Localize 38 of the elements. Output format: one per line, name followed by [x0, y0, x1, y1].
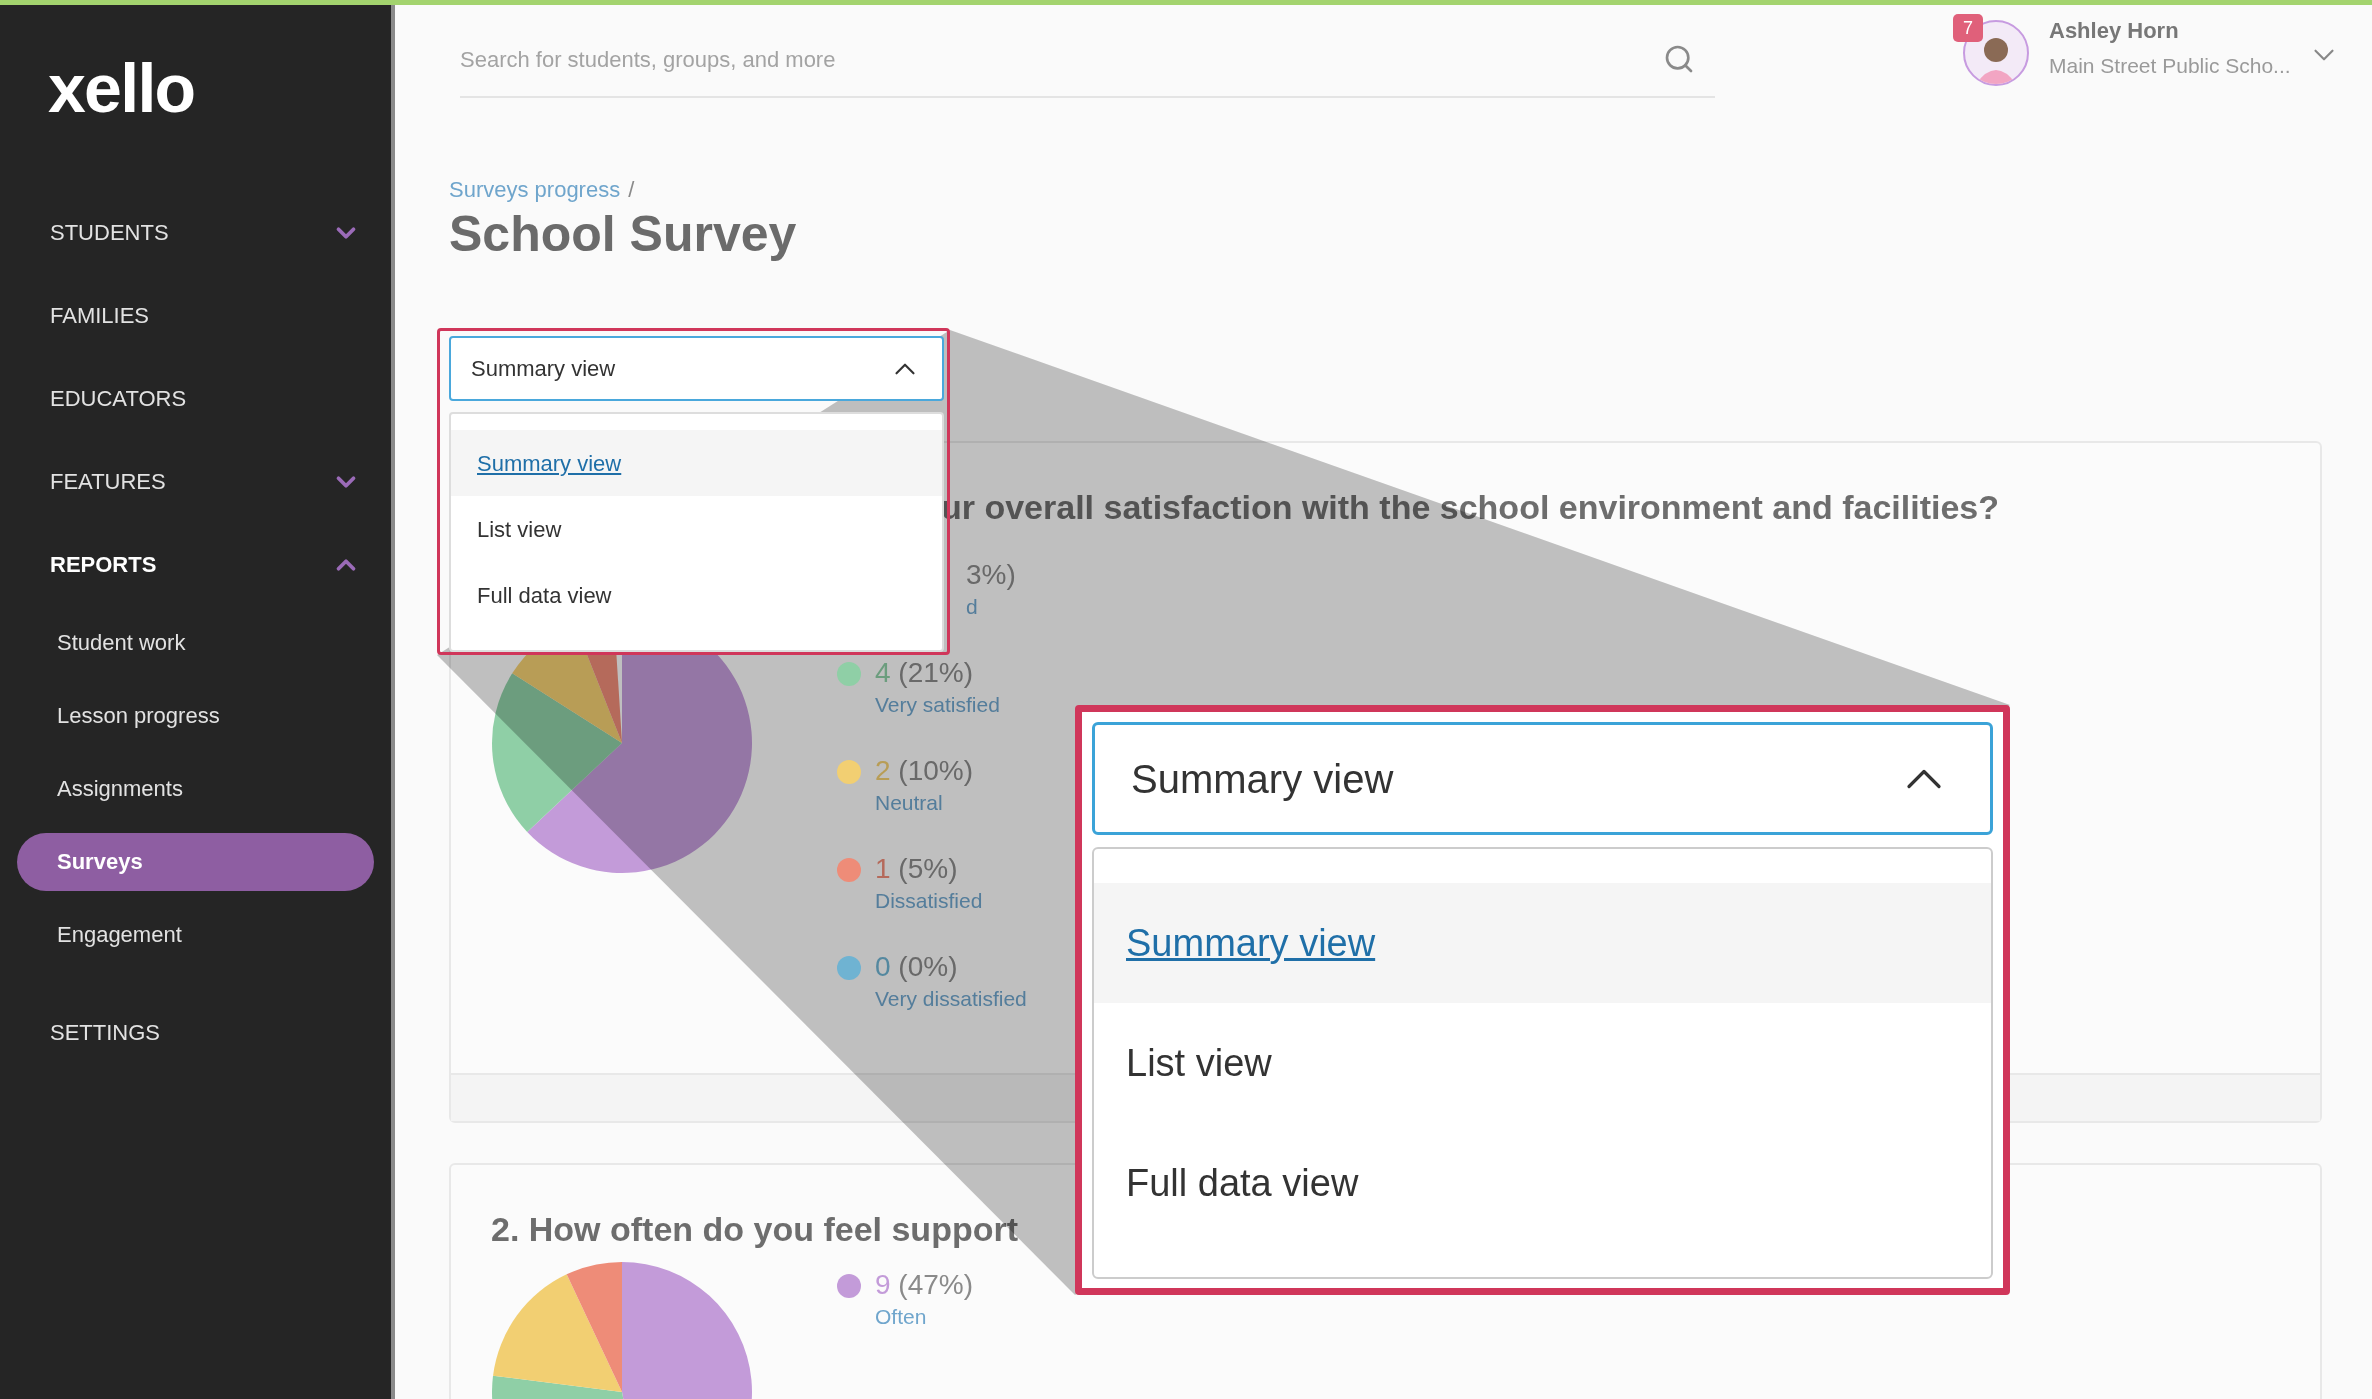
nav-subitem[interactable]: Engagement	[17, 905, 374, 964]
nav-item[interactable]: REPORTS	[50, 548, 157, 581]
legend-count: 3%)	[966, 558, 1016, 592]
legend-label: Very dissatisfied	[875, 986, 1027, 1012]
breadcrumb-separator: /	[628, 176, 635, 204]
nav-item[interactable]: SETTINGS	[50, 1016, 160, 1049]
nav-item[interactable]: EDUCATORS	[50, 382, 187, 415]
dropdown-option[interactable]: List view	[451, 496, 942, 562]
nav-item[interactable]: FEATURES	[50, 465, 166, 498]
question-title: 2. How often do you feel support	[491, 1209, 1019, 1249]
legend-count: 4 (21%)	[875, 656, 975, 690]
legend-count: 2 (10%)	[875, 754, 974, 788]
search-field[interactable]: Search for students, groups, and more	[460, 42, 1360, 76]
legend-label: d	[966, 594, 979, 620]
view-dropdown[interactable]: Summary view	[1092, 722, 1993, 835]
legend-label: Often	[875, 1304, 928, 1330]
legend-label: Dissatisfied	[875, 888, 983, 914]
legend-count: 0 (0%)	[875, 950, 959, 984]
dropdown-option[interactable]: Full data view	[1094, 1123, 1991, 1243]
logo[interactable]: xello	[48, 50, 195, 126]
legend-count: 1 (5%)	[875, 852, 959, 886]
dropdown-option[interactable]: Summary view	[1094, 883, 1991, 1003]
dropdown-option[interactable]: Summary view	[451, 430, 942, 496]
legend-label: Neutral	[875, 790, 944, 816]
nav-subitem[interactable]: Student work	[17, 613, 374, 672]
user-name[interactable]: Ashley Horn	[2049, 14, 2291, 48]
legend-label: Very satisfied	[875, 692, 1000, 718]
nav-subitem[interactable]: Assignments	[17, 759, 374, 818]
nav-item[interactable]: FAMILIES	[50, 299, 150, 332]
legend-count: 9 (47%)	[875, 1268, 974, 1302]
search-icon[interactable]	[1663, 43, 1695, 75]
nav-subitem[interactable]: Lesson progress	[17, 686, 374, 745]
dropdown-option[interactable]: List view	[1094, 1003, 1991, 1123]
page-title: School Survey	[449, 205, 798, 264]
nav-item[interactable]: STUDENTS	[50, 216, 169, 249]
view-dropdown[interactable]: Summary view	[449, 336, 944, 401]
dropdown-option[interactable]: Full data view	[451, 562, 942, 628]
nav-subitem[interactable]: Surveys	[17, 832, 374, 891]
